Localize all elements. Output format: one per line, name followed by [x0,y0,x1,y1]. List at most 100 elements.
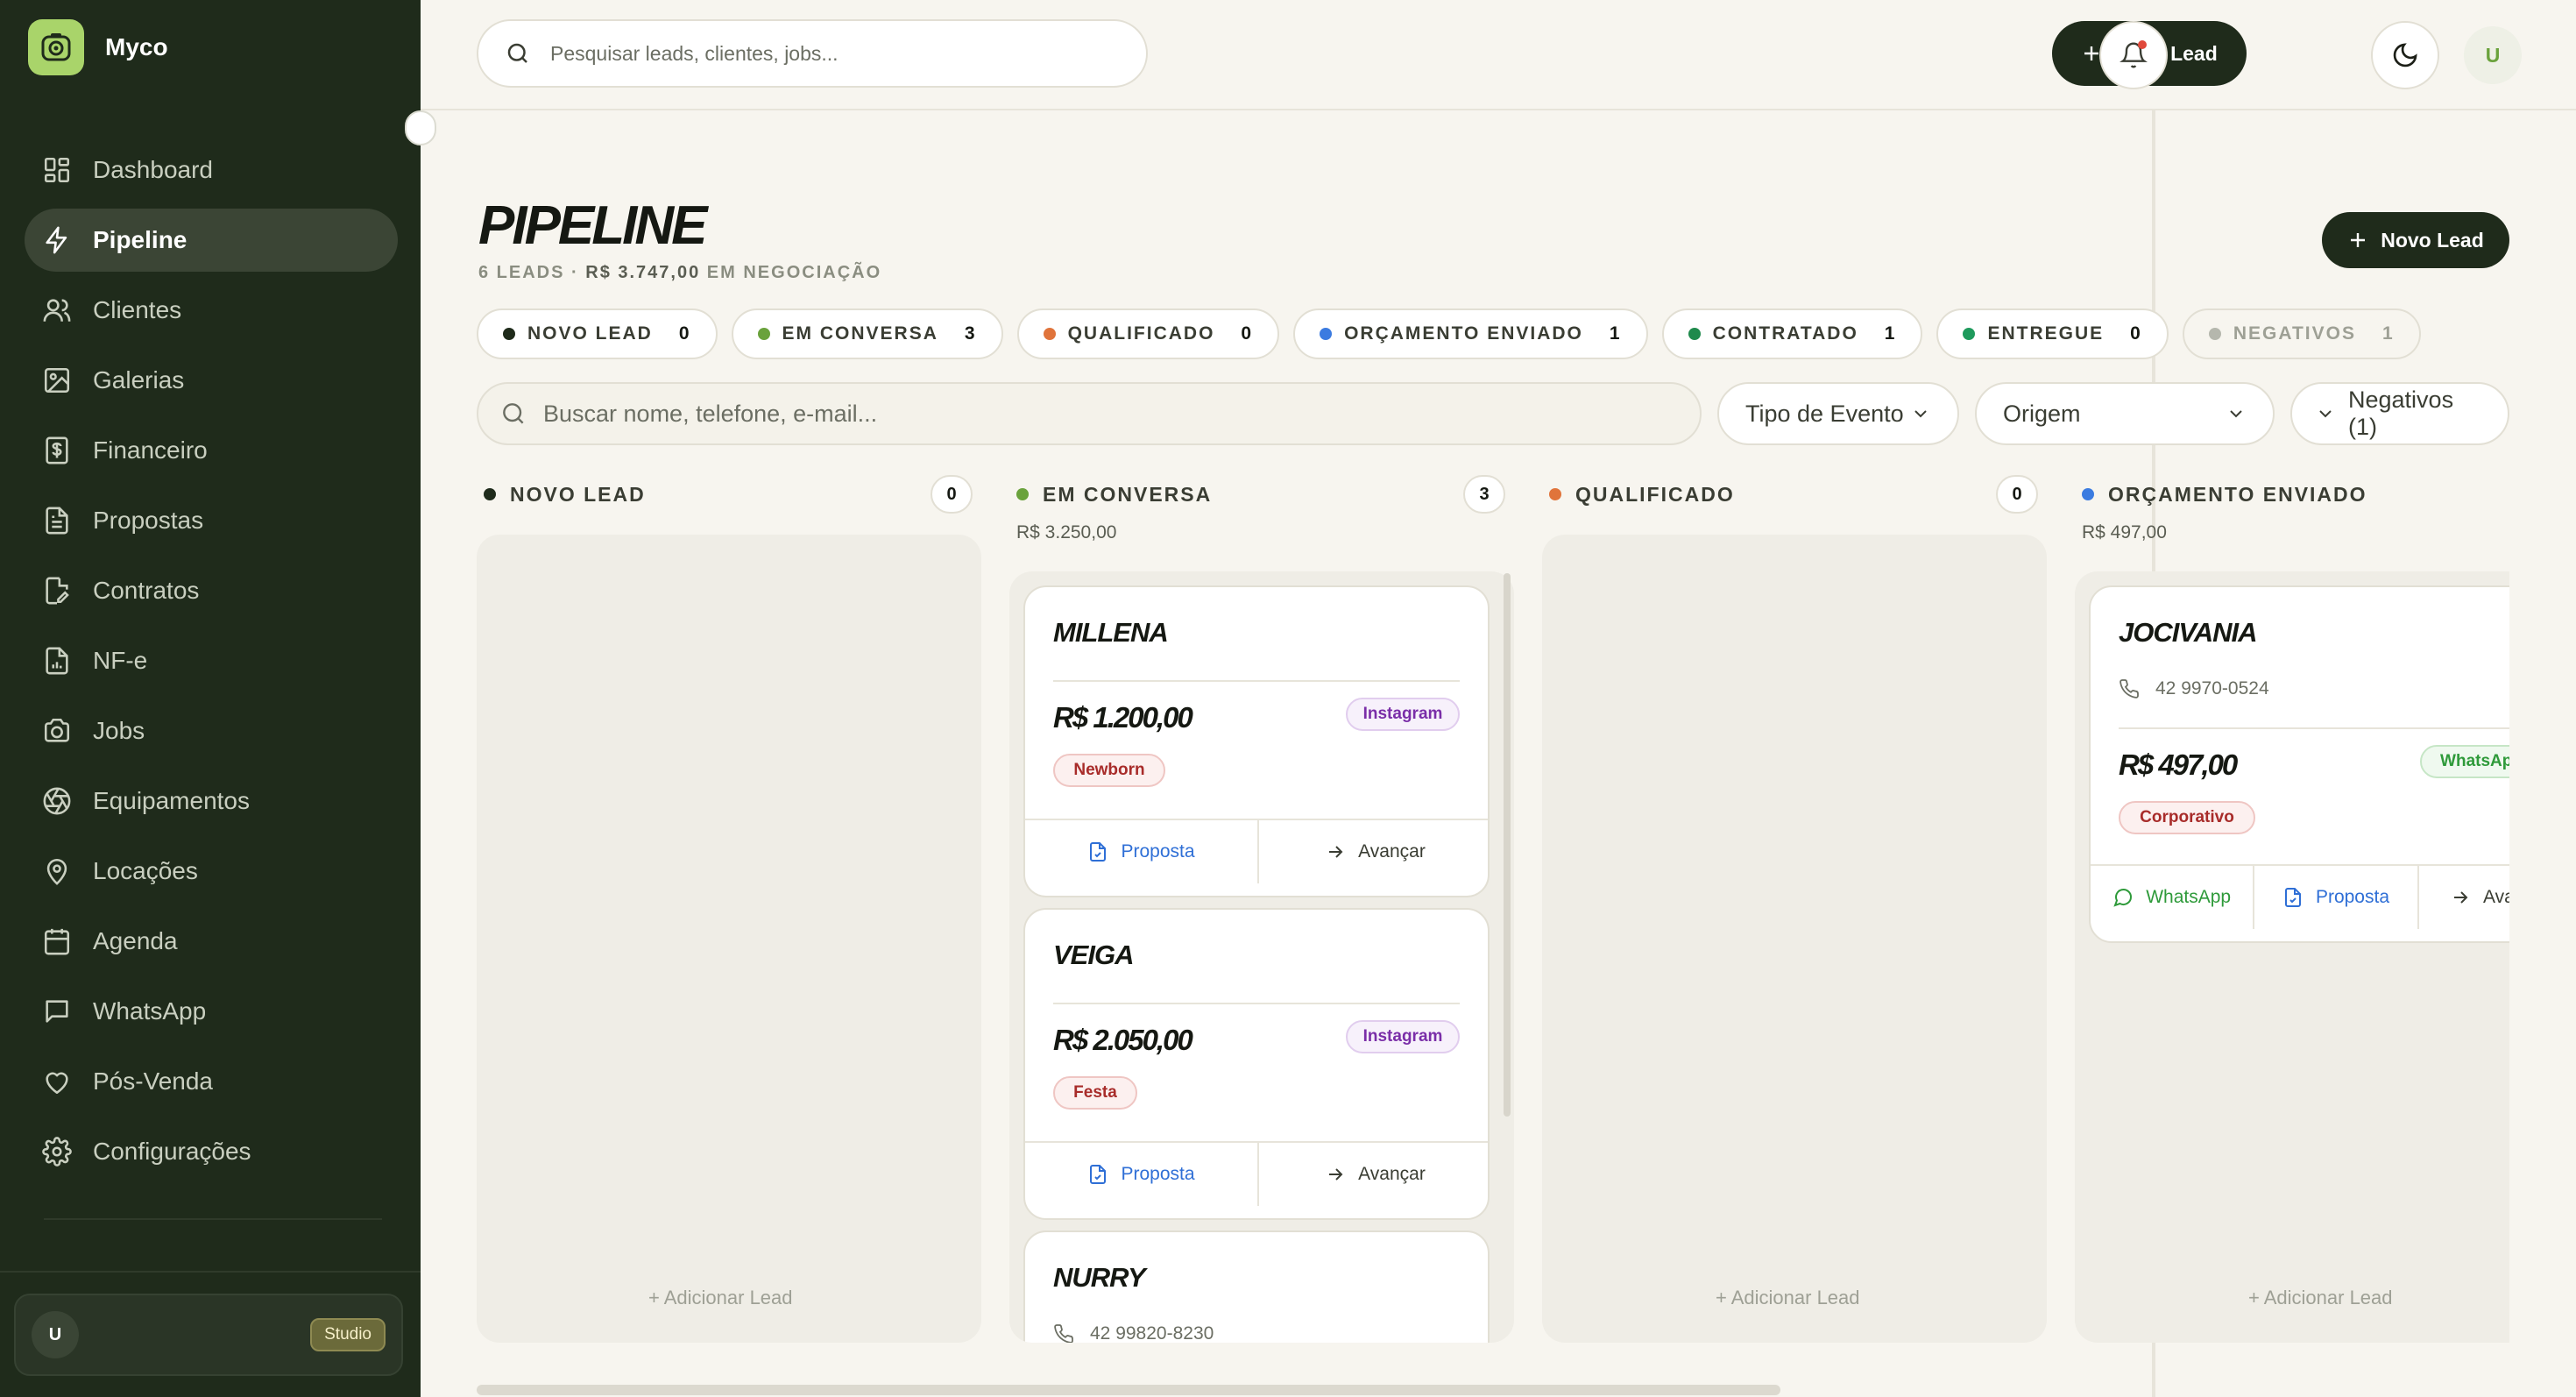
chevron-down-icon [2226,403,2247,424]
chip-entregue[interactable]: ENTREGUE 0 [1936,308,2169,359]
sidebar-item-pos-venda[interactable]: Pós-Venda [25,1050,398,1113]
chip-count: 1 [2381,323,2395,344]
chat-icon [42,996,72,1026]
column-total: R$ 3.250,00 [1016,522,1117,542]
board-horizontal-scrollbar[interactable] [477,1385,1780,1395]
advance-button[interactable]: Avançar [1259,820,1488,883]
grid-icon [42,155,72,185]
stage-dot [484,488,496,500]
proposal-button[interactable]: Proposta [2254,866,2419,929]
lead-card-nurry[interactable]: NURRY 42 99820-8230 [1023,1230,1490,1343]
sidebar-item-equipamentos[interactable]: Equipamentos [25,769,398,833]
global-search-input[interactable]: Pesquisar leads, clientes, jobs... [477,19,1148,88]
calendar-icon [42,926,72,956]
sidebar-collapse-handle[interactable] [405,110,436,145]
column-scrollbar[interactable] [1504,573,1511,1117]
sidebar-item-pipeline[interactable]: Pipeline [25,209,398,272]
whatsapp-button[interactable]: WhatsApp [2091,866,2255,929]
sidebar-item-galerias[interactable]: Galerias [25,349,398,412]
sidebar-item-propostas[interactable]: Propostas [25,489,398,552]
add-lead-button[interactable]: + Adicionar Lead [1716,1287,1860,1309]
sidebar-item-label: Pipeline [93,226,188,253]
add-lead-button[interactable]: + Adicionar Lead [2248,1287,2393,1309]
chip-contratado[interactable]: CONTRATADO 1 [1661,308,1923,359]
chip-label: CONTRATADO [1712,323,1858,344]
lead-card-millena[interactable]: MILLENA R$ 1.200,00 Instagram Newborn Pr… [1023,585,1490,897]
chip-label: QUALIFICADO [1067,323,1215,344]
sidebar-item-whatsapp[interactable]: WhatsApp [25,980,398,1043]
lead-phone: 42 9970-0524 [2119,678,2269,699]
chip-count: 1 [1884,323,1897,344]
stage-dot [1688,328,1701,340]
notifications-button[interactable] [2099,21,2168,89]
event-type-badge: Newborn [1053,754,1165,787]
chip-label: ORÇAMENTO ENVIADO [1344,323,1583,344]
sidebar-item-label: Dashboard [93,156,213,183]
chip-orcamento-enviado[interactable]: ORÇAMENTO ENVIADO 1 [1293,308,1648,359]
user-box[interactable]: U Studio [14,1294,403,1376]
stage-chips: NOVO LEAD 0 EM CONVERSA 3 QUALIFICADO 0 ORÇ… [477,308,2421,359]
column-count: 0 [1996,475,2038,514]
lead-card-veiga[interactable]: VEIGA R$ 2.050,00 Instagram Festa Propos… [1023,908,1490,1220]
sidebar-item-label: Galerias [93,366,185,394]
bolt-icon [42,225,72,255]
sidebar-item-locacoes[interactable]: Locações [25,840,398,903]
search-icon [505,40,531,67]
sidebar-item-agenda[interactable]: Agenda [25,910,398,973]
lead-card-jocivania[interactable]: JOCIVANIA 42 9970-0524 R$ 497,00 WhatsAp… [2089,585,2509,943]
brand[interactable]: Myco [28,19,168,75]
sidebar-nav: Dashboard Pipeline Clientes Galerias Fin… [25,138,398,1190]
lead-name: MILLENA [1053,617,1169,648]
chip-label: ENTREGUE [1987,323,2105,344]
sidebar-item-nfe[interactable]: NF-e [25,629,398,692]
sidebar-item-dashboard[interactable]: Dashboard [25,138,398,202]
chip-count: 0 [1241,323,1254,344]
lead-search-placeholder: Buscar nome, telefone, e-mail... [543,400,878,427]
chip-negativos[interactable]: NEGATIVOS 1 [2182,308,2421,359]
origin-badge: Instagram [1346,698,1460,731]
lead-value: R$ 497,00 [2119,748,2238,781]
event-type-select[interactable]: Tipo de Evento [1717,382,1959,445]
summary-separator: · [564,263,586,282]
sidebar-item-clientes[interactable]: Clientes [25,279,398,342]
negatives-toggle[interactable]: Negativos (1) [2290,382,2509,445]
column-qualificado [1542,535,2047,1343]
stage-dot [1320,328,1333,340]
whatsapp-label: WhatsApp [2146,887,2232,907]
phone-number: 42 9970-0524 [2155,678,2269,698]
sidebar-item-jobs[interactable]: Jobs [25,699,398,762]
lead-search-input[interactable]: Buscar nome, telefone, e-mail... [477,382,1702,445]
column-label: NOVO LEAD [510,482,646,506]
sidebar-item-label: Agenda [93,927,178,954]
column-header-orcamento-enviado: ORÇAMENTO ENVIADO [2082,480,2367,508]
page-summary: 6 LEADS · R$ 3.747,00 EM NEGOCIAÇÃO [478,263,881,283]
lead-name: JOCIVANIA [2119,617,2258,648]
user-avatar[interactable]: U [2464,26,2522,84]
theme-toggle-button[interactable] [2371,21,2439,89]
phone-number: 42 99820-8230 [1090,1323,1214,1343]
proposal-button[interactable]: Proposta [1025,1143,1259,1206]
chat-icon [2112,887,2134,908]
proposal-button[interactable]: Proposta [1025,820,1259,883]
arrow-right-icon [2450,887,2471,908]
sidebar-item-configuracoes[interactable]: Configurações [25,1120,398,1183]
advance-button[interactable]: Avançar [2419,866,2509,929]
advance-label: Avançar [1358,841,1426,862]
chip-qualificado[interactable]: QUALIFICADO 0 [1016,308,1280,359]
header-new-lead-button[interactable]: Novo Lead [2322,212,2509,268]
leads-count: 6 LEADS [478,263,565,282]
chip-count: 3 [964,323,977,344]
lead-phone: 42 99820-8230 [1053,1323,1214,1343]
sidebar-item-financeiro[interactable]: Financeiro [25,419,398,482]
chip-novo-lead[interactable]: NOVO LEAD 0 [477,308,718,359]
sidebar-item-label: Pós-Venda [93,1067,213,1095]
add-lead-button[interactable]: + Adicionar Lead [648,1287,793,1309]
card-divider [1053,680,1460,682]
sidebar-item-contratos[interactable]: Contratos [25,559,398,622]
chip-em-conversa[interactable]: EM CONVERSA 3 [731,308,1003,359]
origin-select[interactable]: Origem [1975,382,2275,445]
avatar: U [32,1311,79,1358]
card-divider [2119,727,2509,729]
sidebar-divider [0,1271,421,1273]
advance-button[interactable]: Avançar [1259,1143,1488,1206]
